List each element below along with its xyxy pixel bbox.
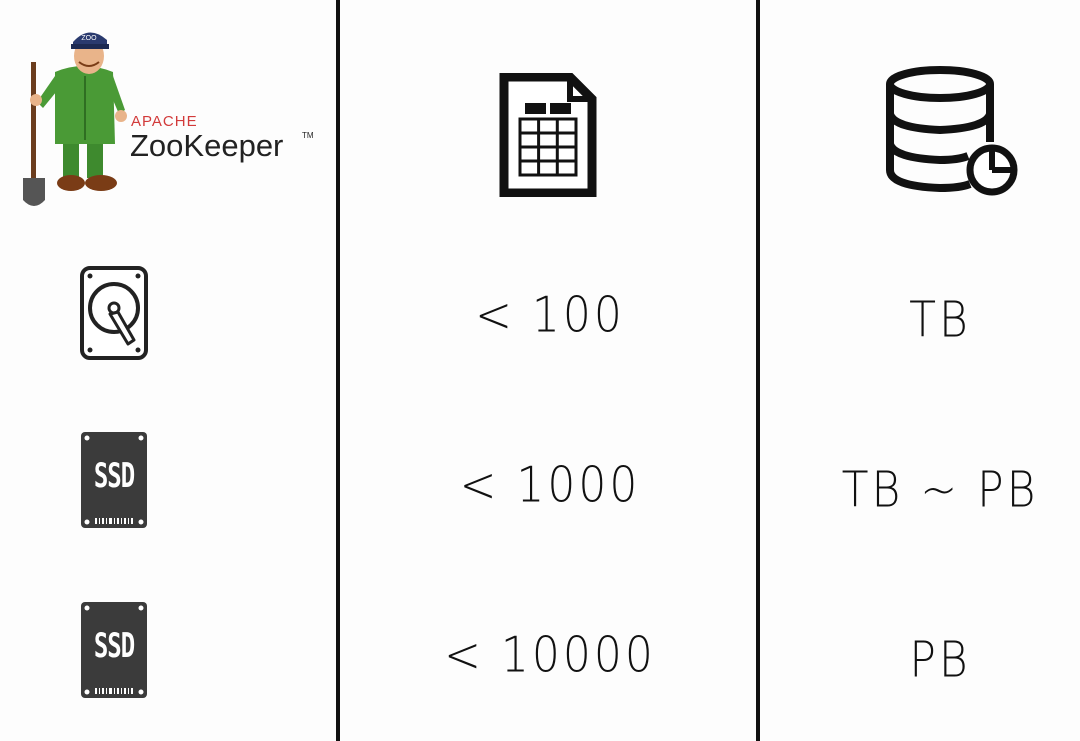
zookeeper-logo: ZOO APACHE ZooKeeper TM <box>0 0 336 230</box>
logo-trademark: TM <box>302 131 314 140</box>
row1-volume: TB <box>909 291 971 349</box>
row2-volume: TB ~ PB <box>841 461 1039 519</box>
logo-product: ZooKeeper <box>130 128 284 163</box>
ssd-label: SSD <box>93 626 135 666</box>
row1-count: < 100 <box>475 286 625 344</box>
row3-volume: PB <box>909 631 971 689</box>
ssd-icon: SSD <box>81 432 147 528</box>
row3-count: < 10000 <box>444 626 656 684</box>
hard-disk-icon <box>78 264 150 362</box>
cap-label: ZOO <box>81 35 97 42</box>
row2-count: < 1000 <box>459 456 641 514</box>
column-divider-right <box>756 0 760 741</box>
database-chart-icon <box>875 60 1025 200</box>
ssd-label: SSD <box>93 456 135 496</box>
table-file-icon <box>490 70 605 200</box>
column-divider-left <box>336 0 340 741</box>
ssd-icon: SSD <box>81 602 147 698</box>
